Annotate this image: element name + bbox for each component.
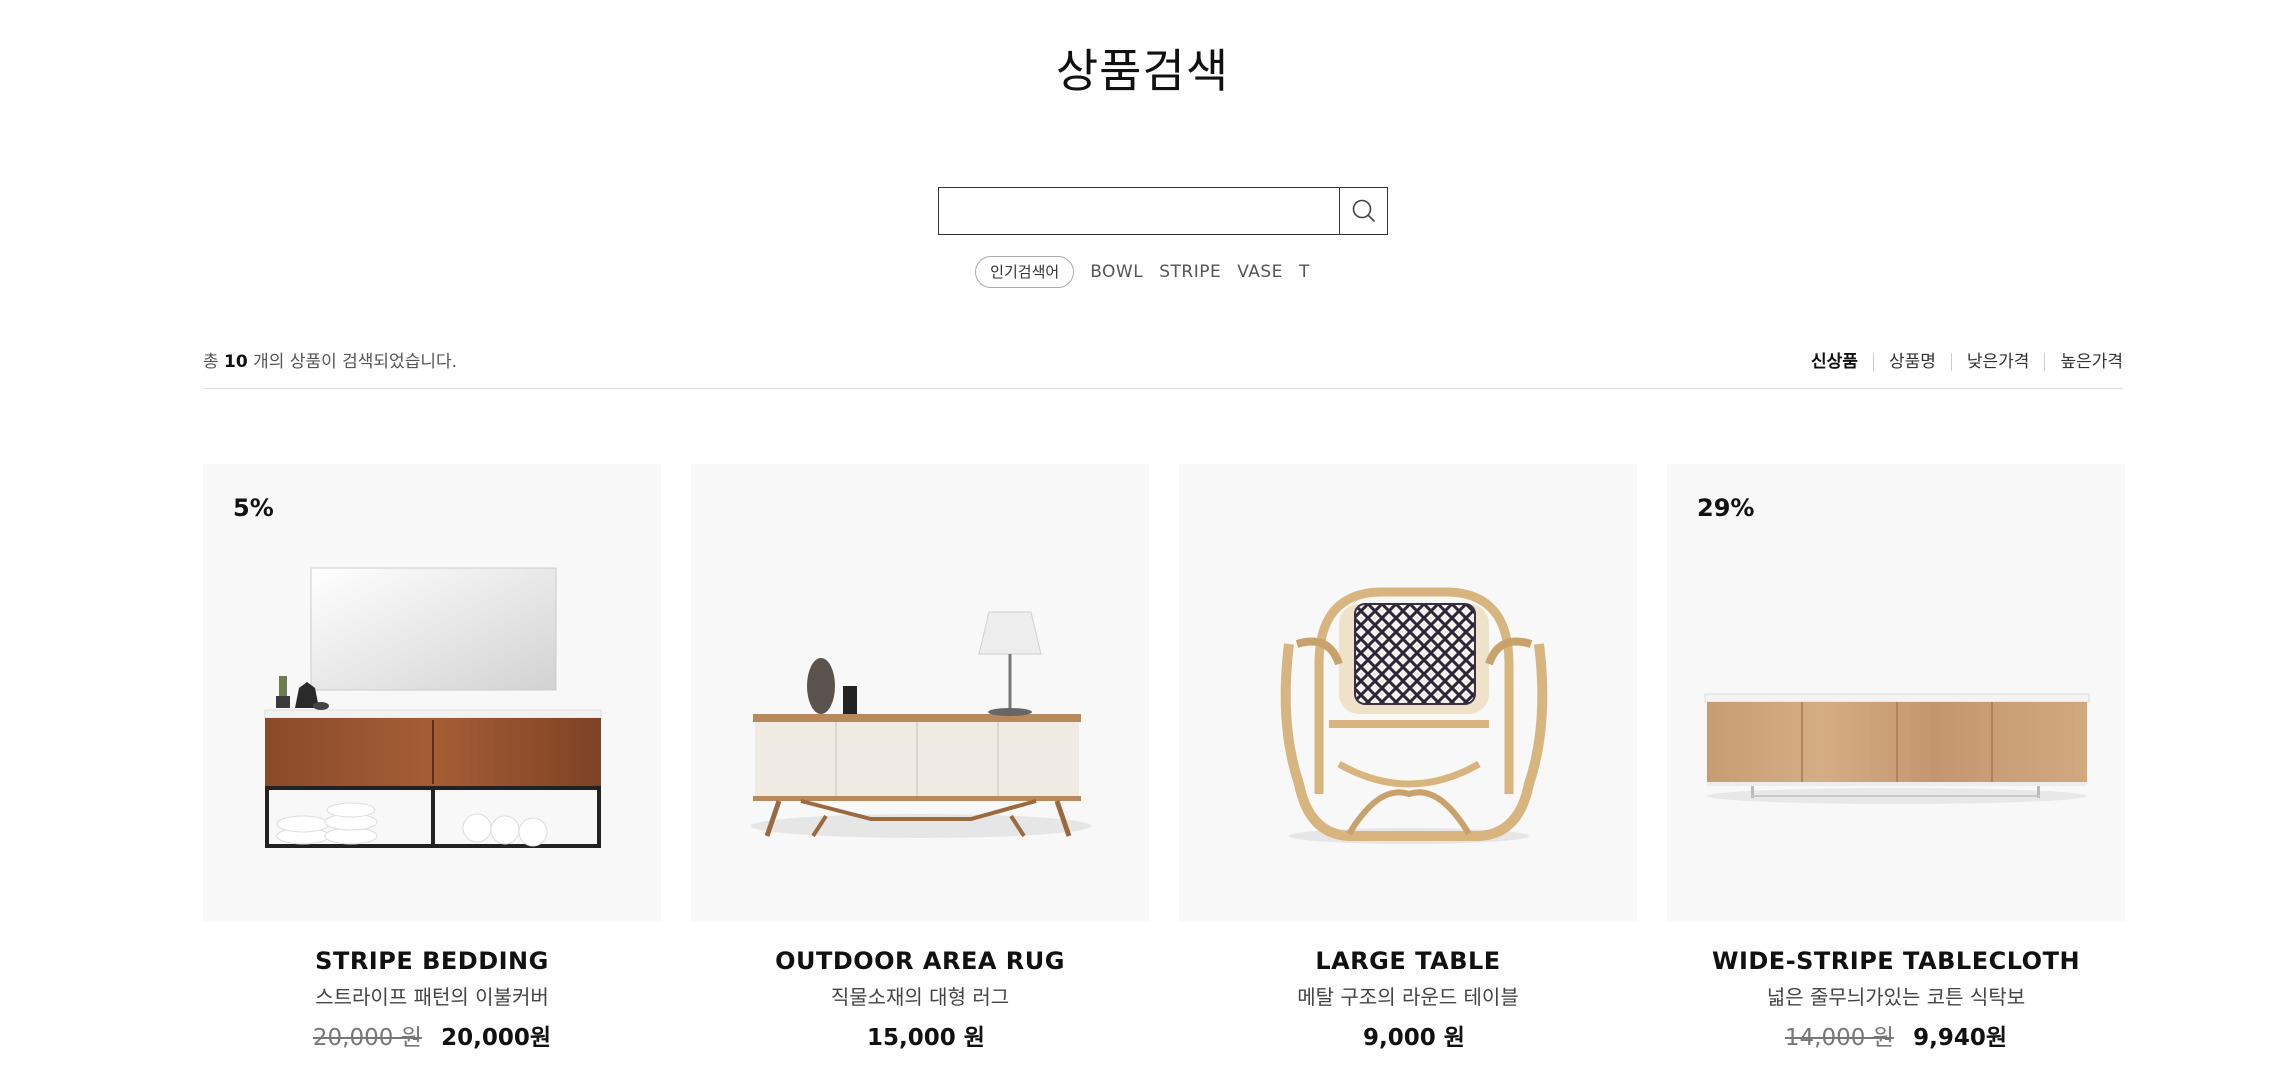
popular-keyword-stripe[interactable]: STRIPE bbox=[1159, 257, 1221, 287]
search-icon bbox=[1352, 199, 1375, 222]
product-description: 메탈 구조의 라운드 테이블 bbox=[1297, 985, 1519, 1009]
product-name[interactable]: STRIPE BEDDING bbox=[203, 945, 661, 977]
sort-newest[interactable]: 신상품 bbox=[1796, 350, 1873, 374]
page-title: 상품검색 bbox=[1055, 43, 1230, 98]
product-thumbnail[interactable] bbox=[1179, 464, 1637, 921]
popular-keyword-list: BOWL STRIPE VASE T bbox=[1090, 257, 1310, 287]
sort-price-high[interactable]: 높은가격 bbox=[2045, 350, 2123, 374]
popular-keywords-badge: 인기검색어 bbox=[975, 256, 1075, 288]
popular-keywords: 인기검색어 BOWL STRIPE VASE T bbox=[0, 256, 2285, 288]
sale-price: 9,940원 bbox=[1913, 1025, 2008, 1051]
sale-price: 15,000 원 bbox=[867, 1025, 985, 1051]
sort-name[interactable]: 상품명 bbox=[1874, 350, 1951, 374]
search-box bbox=[938, 187, 1388, 235]
product-name[interactable]: OUTDOOR AREA RUG bbox=[691, 945, 1149, 977]
popular-keyword-vase[interactable]: VASE bbox=[1237, 257, 1283, 287]
product-card[interactable]: 29% WIDE-STRIPE TABLECLOTH 넓은 줄무늬가있는 코튼 … bbox=[1667, 464, 2125, 1053]
product-card[interactable]: OUTDOOR AREA RUG 직물소재의 대형 러그 15,000 원 bbox=[691, 464, 1149, 1053]
original-price: 14,000 원 bbox=[1784, 1025, 1894, 1051]
popular-keyword-t[interactable]: T bbox=[1299, 257, 1310, 287]
result-count-prefix: 총 bbox=[203, 352, 225, 372]
product-description: 넓은 줄무늬가있는 코튼 식탁보 bbox=[1766, 985, 2026, 1009]
rattan-chair-image bbox=[1280, 587, 1548, 844]
product-price: 15,000 원 bbox=[691, 1023, 1149, 1053]
discount-badge: 29% bbox=[1697, 494, 1755, 522]
product-price: 20,000 원 20,000원 bbox=[203, 1023, 661, 1053]
search-input[interactable] bbox=[939, 188, 1339, 234]
product-price: 14,000 원 9,940원 bbox=[1667, 1023, 2125, 1053]
product-thumbnail[interactable]: 5% bbox=[203, 464, 661, 921]
sale-price: 9,000 원 bbox=[1363, 1025, 1465, 1051]
result-count-suffix: 개의 상품이 검색되었습니다. bbox=[247, 352, 458, 372]
product-grid: 5% STRIPE BEDDING 스트라이프 패턴의 이불커버 20,000 … bbox=[203, 464, 2125, 1053]
product-thumbnail[interactable] bbox=[691, 464, 1149, 921]
search-page: 상품검색 인기검색어 BOWL STRIPE VASE T 총 10 개의 상품… bbox=[0, 0, 2285, 1072]
product-name[interactable]: LARGE TABLE bbox=[1179, 945, 1637, 977]
product-name[interactable]: WIDE-STRIPE TABLECLOTH bbox=[1667, 945, 2125, 977]
sort-price-low[interactable]: 낮은가격 bbox=[1952, 350, 2045, 374]
product-card[interactable]: 5% STRIPE BEDDING 스트라이프 패턴의 이불커버 20,000 … bbox=[203, 464, 661, 1053]
product-description: 스트라이프 패턴의 이불커버 bbox=[315, 985, 549, 1009]
product-price: 9,000 원 bbox=[1179, 1023, 1637, 1053]
wooden-tv-cabinet-image bbox=[1704, 693, 2090, 804]
discount-badge: 5% bbox=[233, 494, 274, 522]
search-button[interactable] bbox=[1339, 188, 1387, 234]
sale-price: 20,000원 bbox=[441, 1025, 552, 1051]
original-price: 20,000 원 bbox=[312, 1025, 422, 1051]
product-description: 직물소재의 대형 러그 bbox=[830, 985, 1010, 1009]
product-card[interactable]: LARGE TABLE 메탈 구조의 라운드 테이블 9,000 원 bbox=[1179, 464, 1637, 1053]
bathroom-vanity-image bbox=[264, 567, 602, 848]
result-count: 총 10 개의 상품이 검색되었습니다. bbox=[203, 350, 457, 374]
results-divider bbox=[203, 388, 2123, 389]
sideboard-with-lamp-image bbox=[751, 611, 1091, 838]
popular-keyword-bowl[interactable]: BOWL bbox=[1090, 257, 1143, 287]
result-count-number: 10 bbox=[224, 352, 248, 372]
product-thumbnail[interactable]: 29% bbox=[1667, 464, 2125, 921]
sort-tabs: 신상품 상품명 낮은가격 높은가격 bbox=[1796, 350, 2123, 374]
